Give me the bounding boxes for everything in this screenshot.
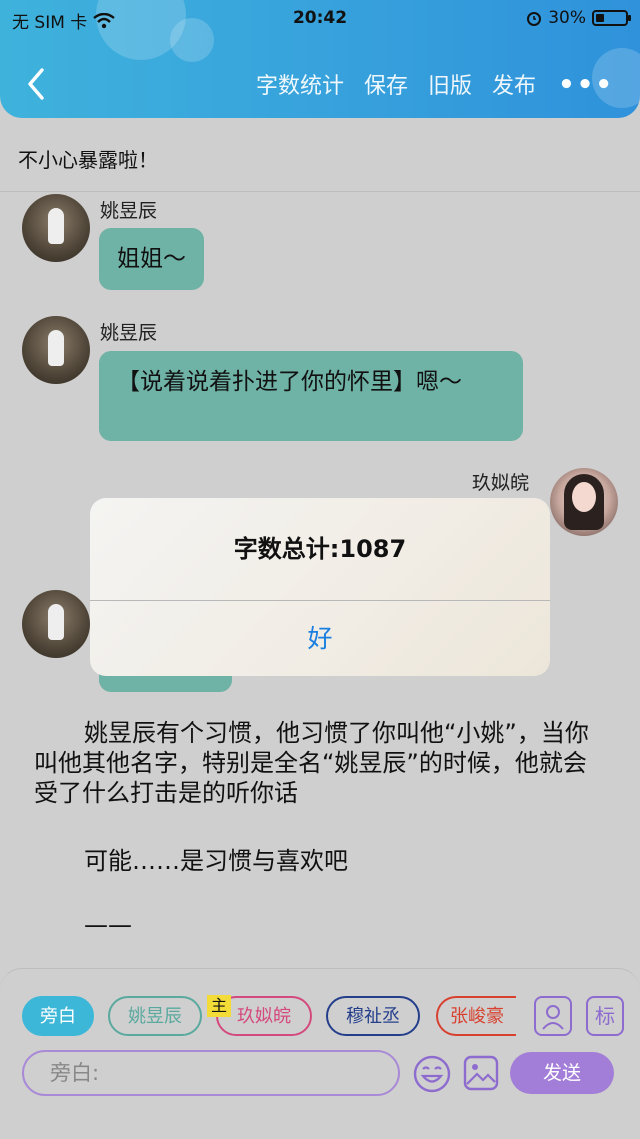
avatar-figure bbox=[48, 330, 64, 366]
person-icon bbox=[542, 1005, 564, 1030]
character-manage-icon[interactable] bbox=[534, 996, 572, 1036]
narration-paragraph[interactable]: —— bbox=[84, 910, 132, 940]
message-bubble[interactable]: 姐姐～ bbox=[99, 228, 204, 290]
avatar-figure bbox=[48, 208, 64, 244]
avatar-yao[interactable] bbox=[22, 194, 90, 262]
battery-icon bbox=[592, 10, 631, 26]
message-bubble[interactable]: 【说着说着扑进了你的怀里】嗯～ bbox=[99, 351, 523, 441]
sender-name: 玖姒皖 bbox=[472, 472, 530, 494]
more-icon[interactable]: ••• bbox=[558, 70, 614, 100]
nav-actions: 字数统计 保存 旧版 发布 bbox=[256, 68, 536, 100]
narration-paragraph[interactable]: 姚昱辰有个习惯，他习惯了你叫他“小姚”，当你叫他其他名字，特别是全名“姚昱辰”的… bbox=[34, 718, 594, 808]
role-chip-zhang[interactable]: 张峻豪 bbox=[436, 996, 516, 1036]
image-icon[interactable] bbox=[462, 1054, 500, 1092]
sender-name: 姚昱辰 bbox=[100, 322, 158, 344]
alert-ok-button[interactable]: 好 bbox=[90, 601, 550, 676]
emoji-icon[interactable] bbox=[412, 1054, 452, 1094]
alert-message: 字数总计:1087 bbox=[233, 535, 407, 563]
role-chip-yao[interactable]: 姚昱辰 bbox=[108, 996, 202, 1036]
nav-bar: 字数统计 保存 旧版 发布 ••• bbox=[0, 62, 640, 106]
avatar-jiu[interactable] bbox=[550, 468, 618, 536]
role-chip-mu[interactable]: 穆祉丞 bbox=[326, 996, 420, 1036]
old-version-button[interactable]: 旧版 bbox=[428, 68, 472, 100]
role-chip-narrator[interactable]: 旁白 bbox=[22, 996, 94, 1036]
save-button[interactable]: 保存 bbox=[364, 68, 408, 100]
alarm-icon bbox=[527, 12, 542, 26]
avatar-figure bbox=[48, 604, 64, 640]
avatar-yao[interactable] bbox=[22, 590, 90, 658]
narration-paragraph[interactable]: 可能……是习惯与喜欢吧 bbox=[84, 846, 348, 876]
tag-button[interactable]: 标 bbox=[586, 996, 624, 1036]
top-header: 无 SIM 卡 20:42 30% 字数统计 保存 旧版 发布 ••• bbox=[0, 0, 640, 118]
chapter-title-bar: 不小心暴露啦！ bbox=[0, 118, 640, 192]
status-right: 30% bbox=[526, 8, 631, 28]
word-count-button[interactable]: 字数统计 bbox=[256, 68, 344, 100]
avatar-face bbox=[572, 482, 596, 512]
send-button[interactable]: 发送 bbox=[510, 1052, 614, 1094]
message-input[interactable] bbox=[24, 1052, 398, 1094]
battery-fill bbox=[596, 14, 605, 22]
word-count-alert: 字数总计:1087 好 bbox=[90, 498, 550, 676]
status-bar: 无 SIM 卡 20:42 30% bbox=[0, 6, 640, 33]
chapter-title[interactable]: 不小心暴露啦！ bbox=[18, 144, 158, 173]
main-role-badge: 主 bbox=[207, 995, 231, 1017]
sender-name: 姚昱辰 bbox=[100, 200, 158, 222]
publish-button[interactable]: 发布 bbox=[492, 68, 536, 100]
message-input-wrapper bbox=[22, 1050, 400, 1096]
avatar-yao[interactable] bbox=[22, 316, 90, 384]
battery-percent: 30% bbox=[548, 8, 586, 28]
back-chevron-icon[interactable] bbox=[22, 66, 52, 102]
